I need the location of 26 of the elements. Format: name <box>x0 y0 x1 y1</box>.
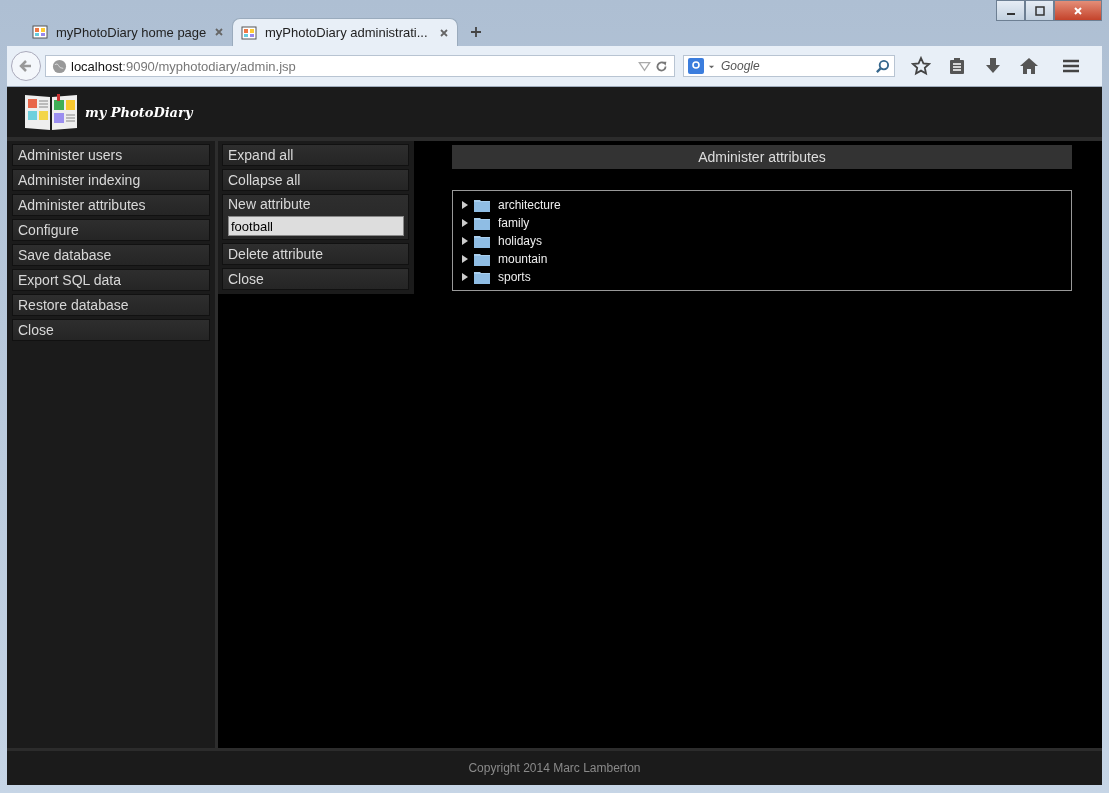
browser-tab[interactable]: myPhotoDiary administrati... <box>232 18 458 46</box>
field-label: New attribute <box>228 197 312 212</box>
menu-button[interactable]: Administer attributes <box>12 194 210 216</box>
menu-button[interactable]: Close <box>222 268 409 290</box>
menu-button[interactable]: Export SQL data <box>12 269 210 291</box>
menu-button[interactable]: Configure <box>12 219 210 241</box>
tree-item[interactable]: sports <box>498 270 531 284</box>
tree-item[interactable]: architecture <box>498 198 561 212</box>
menu-button[interactable]: Administer indexing <box>12 169 210 191</box>
menu-button[interactable]: Administer users <box>12 144 210 166</box>
app-logo-text: my PhotoDiary <box>85 104 193 120</box>
menu-button[interactable]: Restore database <box>12 294 210 316</box>
menu-button[interactable]: Delete attribute <box>222 243 409 265</box>
menu-button[interactable]: Collapse all <box>222 169 409 191</box>
menu-button[interactable]: Save database <box>12 244 210 266</box>
panel-title: Administer attributes <box>452 145 1072 169</box>
tree-item[interactable]: holidays <box>498 234 543 248</box>
menu-button[interactable]: Close <box>12 319 210 341</box>
copyright-text: Copyright 2014 Marc Lamberton <box>468 761 641 775</box>
browser-tab[interactable]: myPhotoDiary home page <box>24 18 230 46</box>
search-bar[interactable]: Google <box>683 55 895 77</box>
input-field[interactable]: football <box>228 216 404 236</box>
tree-item[interactable]: family <box>498 216 530 230</box>
tree-item[interactable]: mountain <box>498 252 548 266</box>
address-field[interactable]: localhost:9090/myphotodiary/admin.jsp <box>45 55 675 77</box>
menu-button[interactable]: Expand all <box>222 144 409 166</box>
